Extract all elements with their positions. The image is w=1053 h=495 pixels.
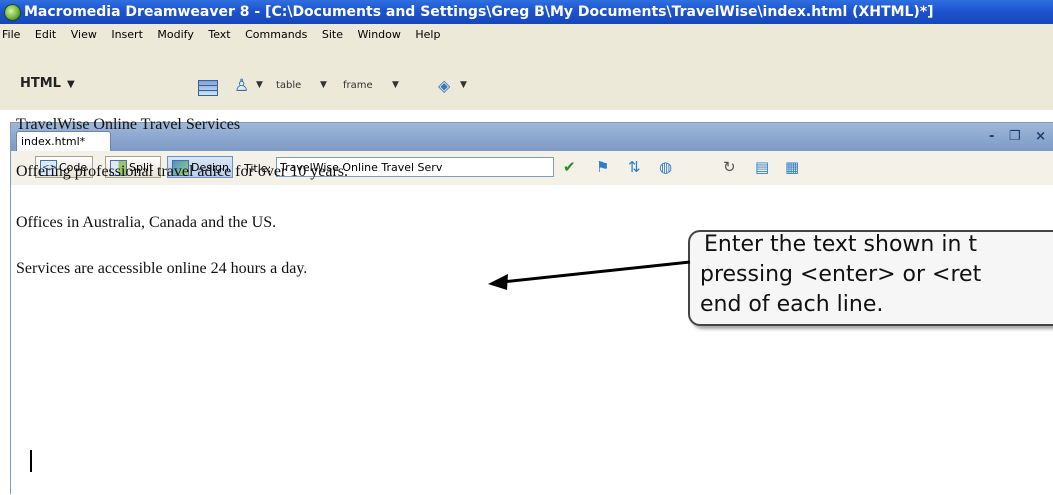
chevron-down-icon[interactable]: ▼ <box>256 80 263 90</box>
callout-line-3: end of each line. <box>700 292 884 317</box>
menu-bar: File Edit View Insert Modify Text Comman… <box>0 24 1053 46</box>
menu-commands[interactable]: Commands <box>240 24 313 46</box>
paragraph-1[interactable]: TravelWise Online Travel Services <box>16 116 240 134</box>
insert-toolbar: HTML ▼ ♙ ▼ table ▼ frame ▼ ◈ ▼ <box>0 46 1053 110</box>
dreamweaver-app-icon <box>4 4 21 21</box>
paragraph-3[interactable]: Offices in Australia, Canada and the US. <box>16 214 276 232</box>
browser-check-icon[interactable]: ⚑ <box>596 158 609 176</box>
chevron-down-icon[interactable]: ▼ <box>392 80 399 90</box>
chevron-down-icon[interactable]: ▼ <box>460 80 467 90</box>
table-menu-label[interactable]: table <box>276 80 301 91</box>
asset-icon[interactable]: ◈ <box>438 76 450 95</box>
tab-index-html[interactable]: index.html* <box>16 131 111 151</box>
menu-help[interactable]: Help <box>410 24 446 46</box>
paragraph-4[interactable]: Services are accessible online 24 hours … <box>16 260 307 278</box>
table-icon[interactable] <box>198 80 218 96</box>
insert-category-dropdown[interactable]: HTML ▼ <box>20 76 75 91</box>
instruction-callout: Enter the text shown in t pressing <ente… <box>688 230 1053 326</box>
refresh-icon[interactable]: ↻ <box>723 158 736 176</box>
file-management-icon[interactable]: ⇅ <box>628 158 641 176</box>
chevron-down-icon[interactable]: ▼ <box>320 80 327 90</box>
menu-window[interactable]: Window <box>353 24 407 46</box>
chevron-down-icon: ▼ <box>66 79 75 90</box>
menu-file[interactable]: File <box>0 24 26 46</box>
menu-insert[interactable]: Insert <box>106 24 149 46</box>
preview-globe-icon[interactable]: ◍ <box>659 158 672 176</box>
menu-modify[interactable]: Modify <box>152 24 199 46</box>
callout-line-1: Enter the text shown in t <box>704 232 978 257</box>
frame-menu-label[interactable]: frame <box>343 80 373 91</box>
callout-line-2: pressing <enter> or <ret <box>700 262 982 287</box>
text-cursor <box>30 450 32 472</box>
paint-bucket-icon[interactable]: ♙ <box>234 76 249 96</box>
validate-icon[interactable]: ✔ <box>563 158 576 176</box>
menu-site[interactable]: Site <box>317 24 349 46</box>
window-controls[interactable]: - ❐ × <box>989 129 1051 144</box>
title-bar: Macromedia Dreamweaver 8 - [C:\Documents… <box>0 0 1053 24</box>
menu-view[interactable]: View <box>66 24 103 46</box>
view-options-icon[interactable]: ▤ <box>755 158 769 176</box>
menu-text[interactable]: Text <box>203 24 236 46</box>
paragraph-2[interactable]: Offering professional travel adice for o… <box>16 163 348 181</box>
menu-edit[interactable]: Edit <box>30 24 62 46</box>
insert-category-label: HTML <box>20 76 61 91</box>
window-title: Macromedia Dreamweaver 8 - [C:\Documents… <box>24 4 934 20</box>
visual-aids-icon[interactable]: ▦ <box>785 158 799 176</box>
